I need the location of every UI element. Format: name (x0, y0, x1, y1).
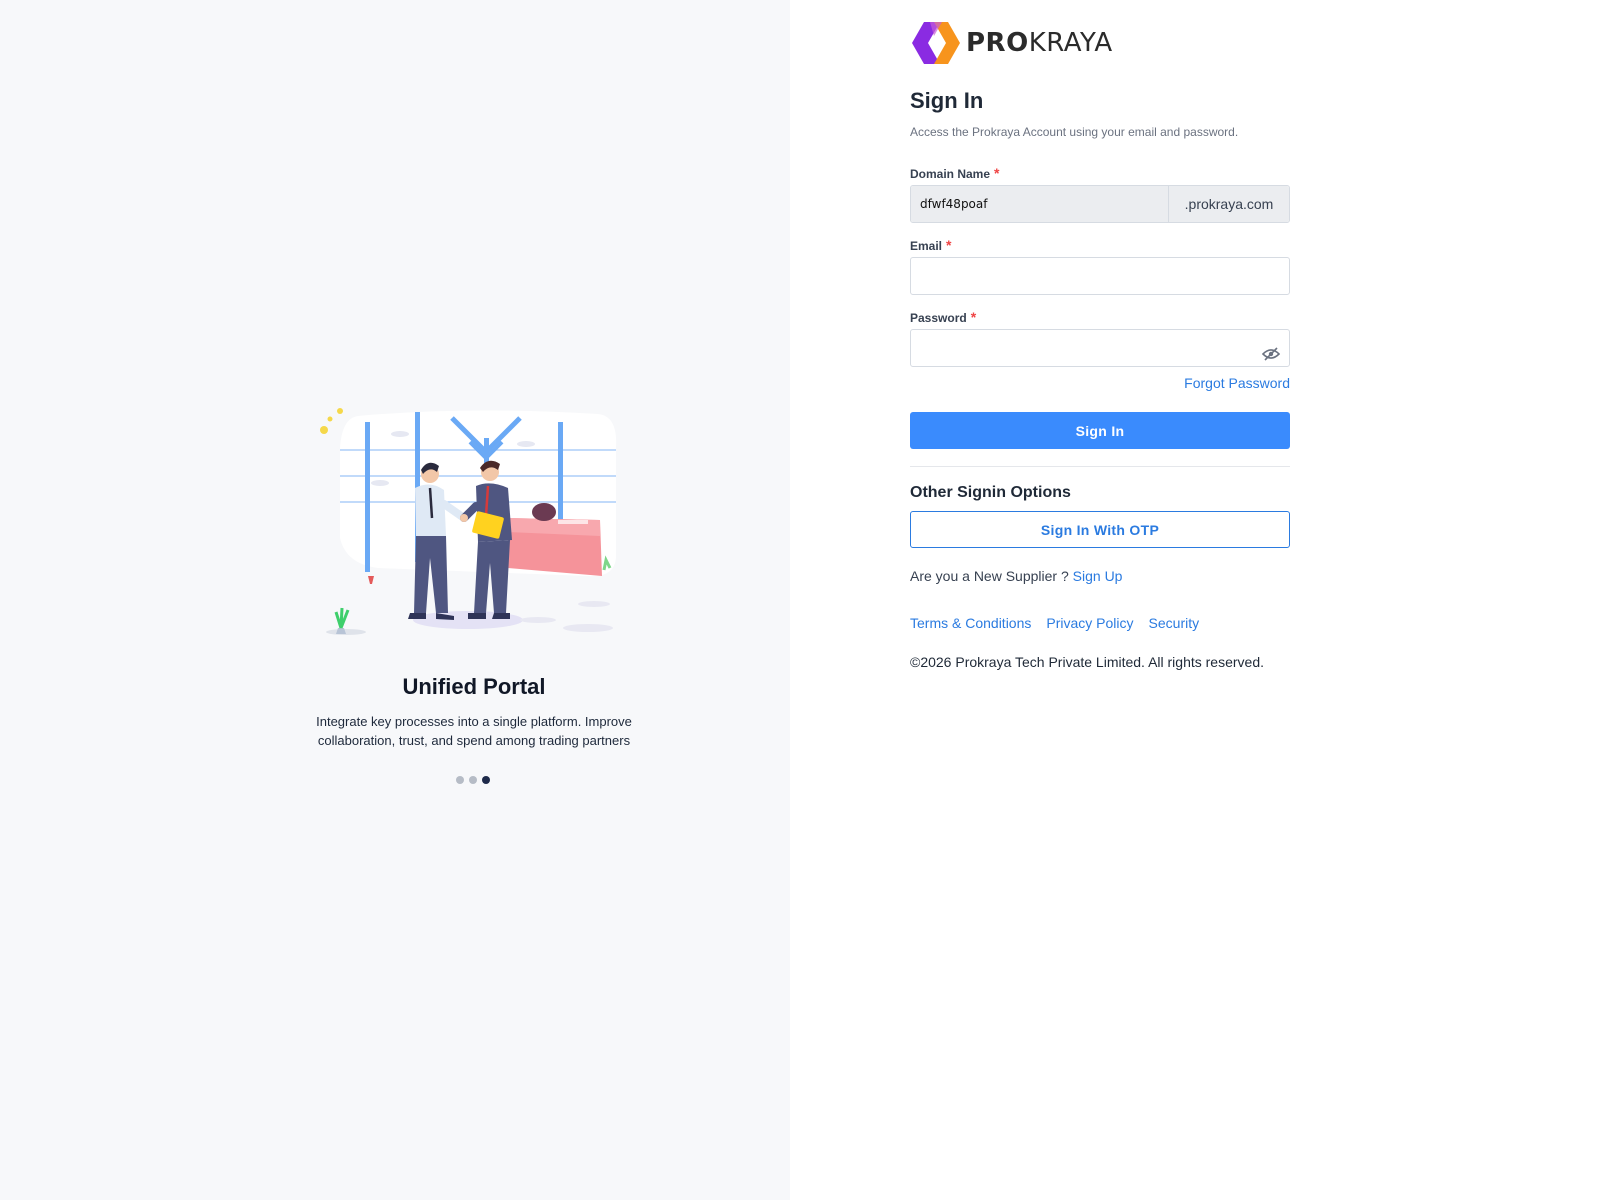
footer-links: Terms & Conditions Privacy Policy Securi… (910, 615, 1290, 631)
carousel-title: Unified Portal (402, 674, 546, 699)
carousel-dot-1[interactable] (456, 776, 464, 784)
email-input[interactable] (910, 257, 1290, 295)
domain-field: .prokraya.com (910, 185, 1290, 223)
domain-input[interactable] (911, 186, 1168, 222)
new-supplier-row: Are you a New Supplier ? Sign Up (910, 568, 1290, 584)
login-page: Unified Portal Integrate key processes i… (0, 0, 1600, 1200)
privacy-link[interactable]: Privacy Policy (1046, 615, 1133, 631)
password-label: Password * (910, 309, 977, 325)
other-signin-title: Other Signin Options (910, 484, 1071, 501)
sign-up-link[interactable]: Sign Up (1073, 568, 1123, 584)
forgot-password-link[interactable]: Forgot Password (1184, 375, 1290, 391)
terms-link[interactable]: Terms & Conditions (910, 615, 1031, 631)
copyright: ©2026 Prokraya Tech Private Limited. All… (910, 654, 1264, 670)
required-mark: * (970, 309, 977, 325)
prokraya-logo-icon (912, 22, 960, 64)
divider (910, 466, 1290, 467)
carousel-description: Integrate key processes into a single pl… (316, 714, 632, 748)
carousel-dot-3[interactable] (482, 776, 490, 784)
handshake-illustration (320, 408, 617, 635)
new-supplier-prompt: Are you a New Supplier ? (910, 568, 1069, 584)
brand-wordmark: PROKRAYA (966, 28, 1113, 58)
required-mark: * (946, 237, 952, 253)
password-field (910, 329, 1290, 367)
forgot-password-row: Forgot Password (910, 375, 1290, 393)
security-link[interactable]: Security (1149, 615, 1200, 631)
brand-logo: PROKRAYA (910, 20, 1290, 66)
domain-label: Domain Name * (910, 165, 1000, 181)
sign-in-button[interactable]: Sign In (910, 412, 1290, 449)
carousel-dots (456, 776, 490, 785)
eye-slash-icon[interactable] (1262, 347, 1280, 361)
email-label: Email * (910, 237, 952, 253)
page-subtitle: Access the Prokraya Account using your e… (910, 125, 1239, 139)
password-input[interactable] (910, 329, 1290, 367)
signin-form: PROKRAYA Sign In Access the Prokraya Acc… (910, 20, 1290, 670)
sign-in-otp-button[interactable]: Sign In With OTP (910, 511, 1290, 548)
signin-panel: PROKRAYA Sign In Access the Prokraya Acc… (790, 0, 1600, 1200)
carousel-dot-2[interactable] (469, 776, 477, 784)
carousel-panel: Unified Portal Integrate key processes i… (0, 0, 790, 1200)
required-mark: * (994, 165, 1000, 181)
page-title: Sign In (910, 88, 984, 113)
domain-suffix: .prokraya.com (1168, 186, 1289, 222)
